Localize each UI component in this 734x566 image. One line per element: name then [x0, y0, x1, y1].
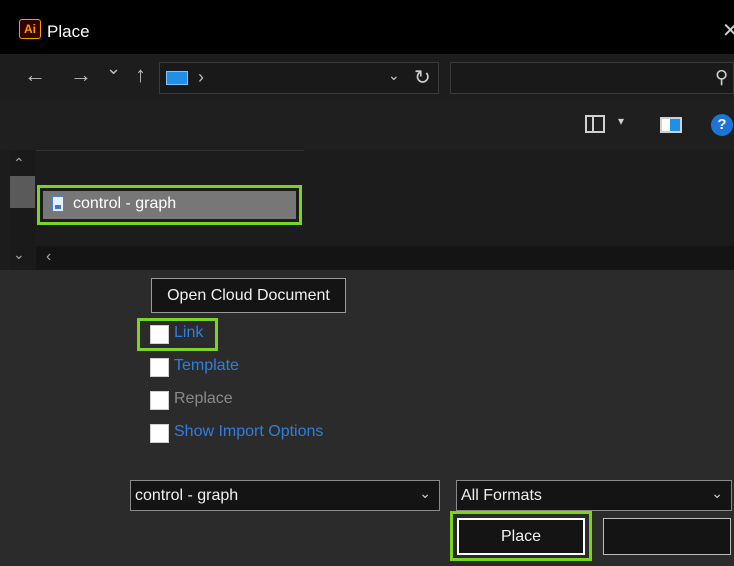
up-arrow-icon[interactable]: ↑ — [135, 62, 146, 88]
cancel-button[interactable] — [603, 518, 731, 555]
vertical-scrollbar[interactable]: ⌃ ⌄ — [10, 150, 35, 270]
file-item[interactable]: control - graph — [37, 185, 302, 225]
search-input[interactable]: ⚲ — [450, 62, 734, 94]
back-arrow-icon[interactable]: ← — [24, 62, 46, 88]
template-label[interactable]: Template — [174, 357, 239, 375]
computer-icon — [166, 71, 188, 85]
link-label[interactable]: Link — [174, 324, 203, 342]
scroll-left-icon[interactable]: ‹ — [46, 248, 51, 266]
image-file-icon — [52, 196, 64, 212]
show-import-options-checkbox[interactable] — [150, 424, 169, 443]
link-checkbox[interactable] — [150, 325, 169, 344]
show-import-options-label[interactable]: Show Import Options — [174, 423, 323, 441]
forward-arrow-icon[interactable]: → — [70, 62, 92, 88]
view-options-dropdown-icon[interactable]: ▾ — [618, 114, 624, 128]
scroll-up-icon[interactable]: ⌃ — [13, 155, 25, 172]
illustrator-app-icon: Ai — [19, 19, 41, 39]
close-icon[interactable]: ✕ — [722, 18, 734, 43]
dialog-title: Place — [47, 22, 90, 41]
scroll-thumb[interactable] — [10, 176, 35, 208]
file-name-label: control - graph — [73, 195, 177, 212]
replace-label: Replace — [174, 390, 233, 407]
address-bar[interactable]: › ⌄ ↻ — [159, 62, 439, 94]
address-dropdown-icon[interactable]: ⌄ — [388, 67, 400, 84]
file-item-selection[interactable]: control - graph — [43, 191, 296, 219]
chevron-down-icon[interactable]: ⌄ — [711, 485, 723, 502]
replace-checkbox — [150, 391, 169, 410]
change-view-icon[interactable] — [585, 115, 605, 133]
open-cloud-document-button[interactable]: Open Cloud Document — [151, 278, 346, 313]
search-icon[interactable]: ⚲ — [715, 67, 728, 88]
refresh-icon[interactable]: ↻ — [414, 65, 431, 90]
scroll-down-icon[interactable]: ⌄ — [13, 246, 25, 263]
place-button[interactable]: Place — [457, 518, 585, 555]
recent-locations-chevron-icon[interactable]: ⌄ — [106, 58, 121, 79]
view-toolbar: ▾ ? — [0, 100, 734, 150]
breadcrumb-arrow-icon[interactable]: › — [198, 67, 204, 88]
horizontal-scrollbar[interactable]: ‹ — [36, 246, 734, 270]
file-name-value: control - graph — [135, 487, 239, 504]
template-checkbox[interactable] — [150, 358, 169, 377]
file-type-select[interactable]: All Formats ⌄ — [456, 480, 732, 511]
file-name-combobox[interactable]: control - graph ⌄ — [130, 480, 440, 511]
preview-pane-icon[interactable] — [660, 117, 682, 133]
navigation-bar: ← → ⌄ ↑ › ⌄ ↻ ⚲ — [0, 54, 734, 100]
title-bar: Ai Place ✕ — [0, 0, 734, 54]
help-icon[interactable]: ? — [711, 114, 733, 136]
file-type-value: All Formats — [461, 487, 542, 504]
chevron-down-icon[interactable]: ⌄ — [419, 485, 431, 502]
